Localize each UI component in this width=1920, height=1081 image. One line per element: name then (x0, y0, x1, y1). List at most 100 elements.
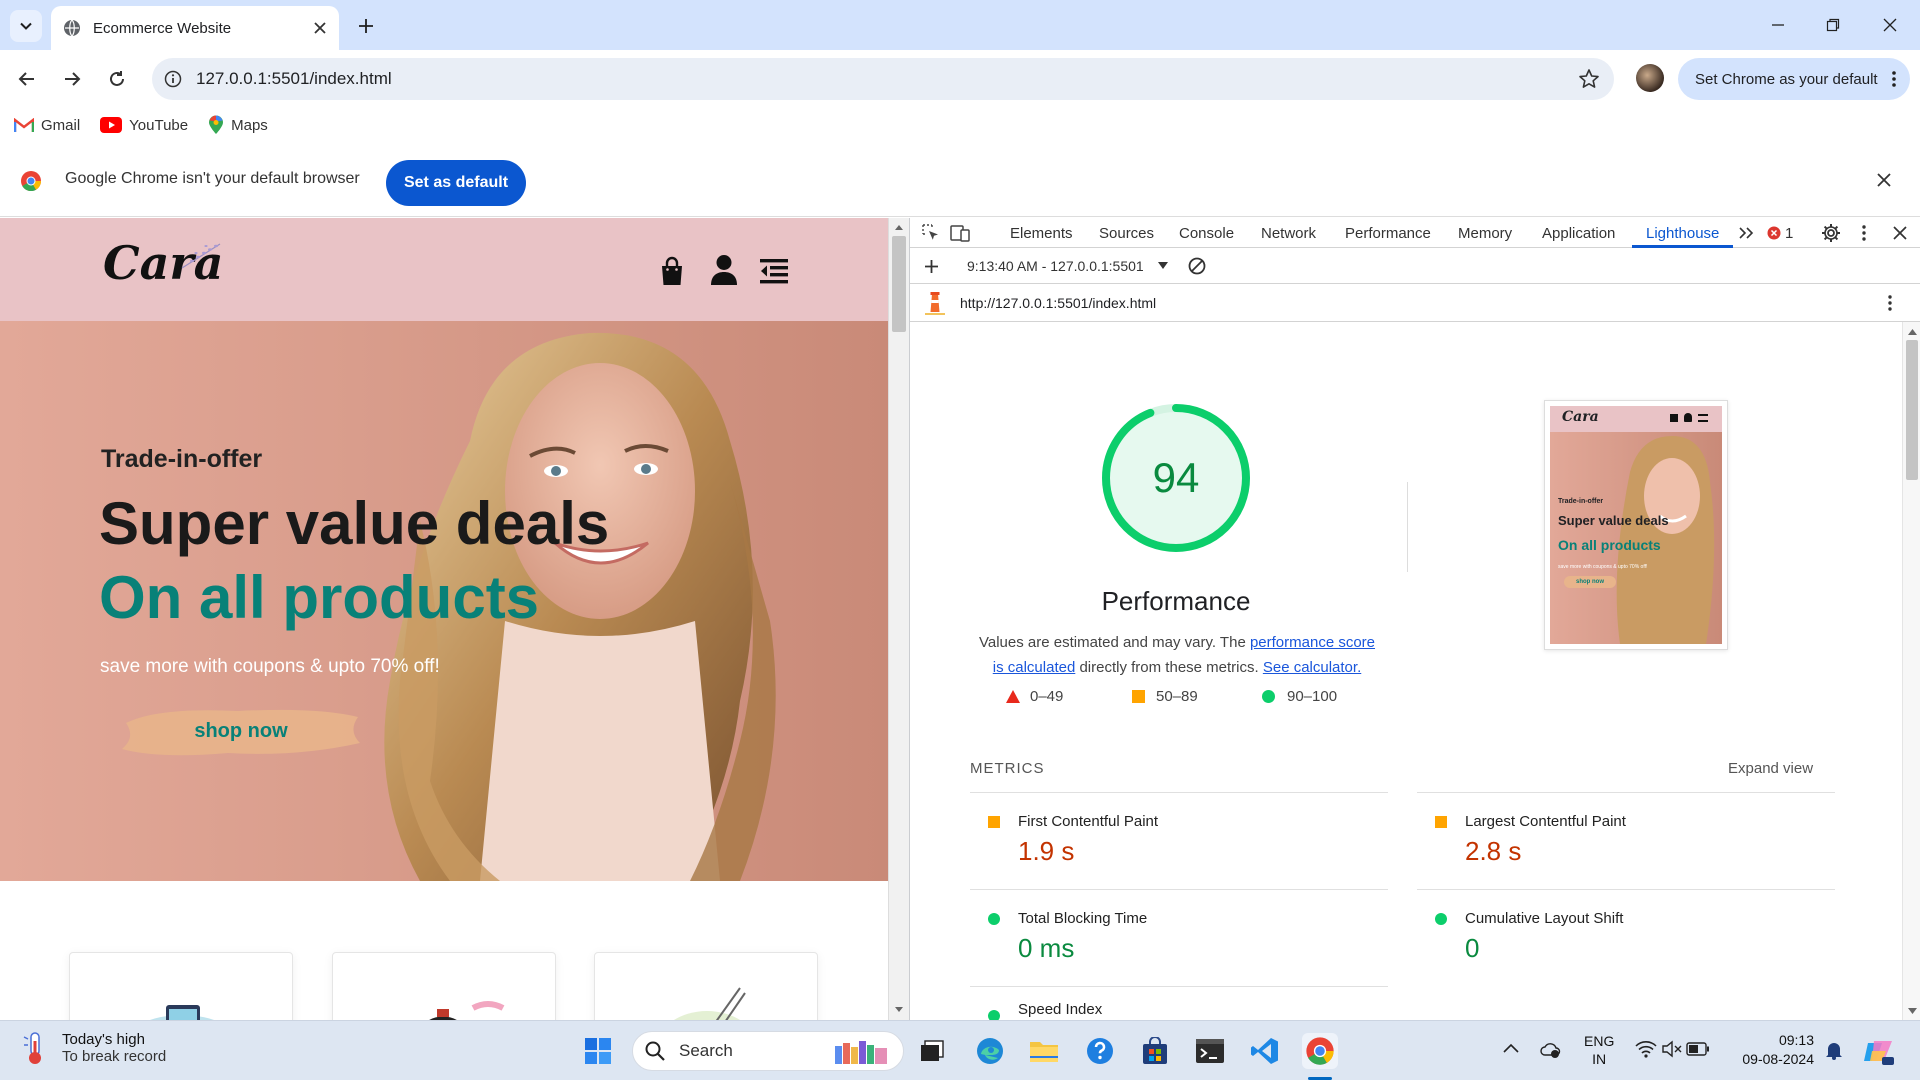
set-as-default-button[interactable]: Set as default (386, 160, 526, 206)
taskbar-file-explorer[interactable] (1026, 1033, 1062, 1069)
battery-icon[interactable] (1686, 1042, 1710, 1056)
clear-reports-icon[interactable] (1188, 257, 1206, 275)
feature-card[interactable] (594, 952, 818, 1020)
devtools-tab-console[interactable]: Console (1179, 225, 1234, 242)
bookmark-maps[interactable]: Maps (208, 115, 268, 135)
taskbar-help[interactable] (1082, 1033, 1118, 1069)
search-placeholder: Search (679, 1041, 733, 1060)
notification-bell-icon[interactable] (1825, 1040, 1843, 1060)
shop-now-button[interactable]: shop now (118, 701, 364, 761)
tab-title: Ecommerce Website (93, 19, 232, 37)
devtools-tab-performance[interactable]: Performance (1345, 225, 1431, 242)
profile-avatar[interactable] (1636, 64, 1664, 92)
hero-eyebrow: Trade-in-offer (101, 445, 263, 473)
inspect-element-icon[interactable] (922, 224, 940, 242)
url-text[interactable]: 127.0.0.1:5501/index.html (196, 69, 392, 89)
weather-subtitle: To break record (62, 1048, 167, 1065)
expand-view-toggle[interactable]: Expand view (1728, 760, 1813, 777)
settings-gear-icon[interactable] (1821, 223, 1841, 243)
devtools-tab-sources[interactable]: Sources (1099, 225, 1154, 242)
bookmark-star-icon[interactable] (1578, 68, 1600, 90)
clock-time: 09:13 (1778, 1032, 1814, 1048)
taskbar-vscode[interactable] (1247, 1033, 1283, 1069)
final-screenshot-thumbnail[interactable]: Cara Trade-in-offer Super value deals On… (1544, 400, 1728, 650)
menu-indent-icon[interactable] (760, 258, 788, 284)
restore-button[interactable] (1813, 8, 1853, 42)
devtools-tab-elements[interactable]: Elements (1010, 225, 1073, 242)
weather-widget[interactable]: Today's high To break record (22, 1031, 166, 1065)
more-vert-icon[interactable] (1892, 71, 1896, 87)
scroll-up-icon[interactable] (894, 223, 904, 231)
volume-muted-icon[interactable] (1661, 1040, 1683, 1058)
metric-value: 1.9 s (1018, 836, 1075, 866)
set-chrome-default-button[interactable]: Set Chrome as your default (1678, 58, 1910, 100)
task-view-button[interactable] (914, 1033, 950, 1069)
minimize-button[interactable] (1758, 8, 1798, 42)
report-selector[interactable]: 9:13:40 AM - 127.0.0.1:5501 (967, 258, 1144, 274)
search-highlight-books-icon (835, 1041, 887, 1064)
taskbar-terminal[interactable] (1192, 1033, 1228, 1069)
average-square-icon (1132, 690, 1145, 703)
taskbar-search[interactable]: Search (632, 1031, 904, 1071)
taskbar-chrome[interactable] (1302, 1033, 1338, 1069)
taskbar-edge[interactable] (972, 1033, 1008, 1069)
site-header: Cara (0, 218, 888, 321)
wifi-icon[interactable] (1635, 1040, 1657, 1058)
see-calculator-link[interactable]: See calculator. (1263, 659, 1361, 676)
feature-card[interactable] (69, 952, 293, 1020)
scroll-down-icon[interactable] (1908, 1008, 1917, 1015)
input-language[interactable]: ENG IN (1584, 1032, 1614, 1068)
pass-circle-icon (1262, 690, 1275, 703)
devtools-tab-application[interactable]: Application (1542, 225, 1615, 242)
tab-ecommerce-website[interactable]: Ecommerce Website (51, 6, 339, 50)
more-tabs-chevron-icon[interactable] (1738, 226, 1754, 240)
site-info-icon[interactable] (164, 70, 182, 88)
copilot-icon[interactable] (1862, 1035, 1894, 1067)
terminal-icon (1196, 1039, 1224, 1063)
close-window-button[interactable] (1870, 8, 1910, 42)
metric-name: Total Blocking Time (1018, 910, 1148, 927)
show-hidden-icons-chevron-icon[interactable] (1503, 1043, 1519, 1053)
bookmark-youtube[interactable]: YouTube (100, 117, 188, 134)
devtools-tab-network[interactable]: Network (1261, 225, 1316, 242)
page-scrollbar[interactable] (888, 218, 909, 1020)
start-button[interactable] (580, 1033, 616, 1069)
address-bar[interactable]: 127.0.0.1:5501/index.html (152, 58, 1614, 100)
bookmark-label: Maps (231, 116, 268, 134)
metrics-heading: METRICS (970, 760, 1045, 777)
error-icon[interactable] (1767, 226, 1781, 240)
report-scrollbar[interactable] (1902, 322, 1920, 1020)
scroll-up-icon[interactable] (1908, 328, 1917, 335)
new-report-plus-icon[interactable] (924, 259, 939, 274)
bookmark-label: Gmail (41, 116, 81, 134)
report-scroll-thumb[interactable] (1906, 340, 1918, 480)
shopping-bag-icon[interactable] (659, 256, 685, 286)
thumbnail-logo: Cara (1562, 409, 1599, 425)
devtools-close-icon[interactable] (1893, 226, 1907, 240)
onedrive-sync-icon[interactable] (1540, 1039, 1562, 1059)
devtools-more-icon[interactable] (1862, 225, 1866, 241)
new-tab-button[interactable] (352, 12, 380, 40)
infobar-close-icon[interactable] (1876, 172, 1892, 188)
browser-toolbar: 127.0.0.1:5501/index.html Set Chrome as … (0, 50, 1920, 108)
devtools-tab-lighthouse[interactable]: Lighthouse (1646, 225, 1719, 242)
taskbar-store[interactable] (1137, 1033, 1173, 1069)
report-menu-icon[interactable] (1888, 295, 1892, 311)
clock[interactable]: 09:13 09-08-2024 (1728, 1031, 1814, 1069)
back-button[interactable] (10, 62, 44, 96)
error-count[interactable]: 1 (1785, 225, 1793, 242)
reload-button[interactable] (100, 62, 134, 96)
tab-search-button[interactable] (10, 10, 42, 42)
infobar-message: Google Chrome isn't your default browser (65, 170, 360, 187)
dropdown-caret-icon[interactable] (1158, 262, 1168, 270)
close-tab-icon[interactable] (313, 21, 327, 35)
user-icon[interactable] (710, 254, 738, 286)
bookmark-gmail[interactable]: Gmail (14, 117, 80, 134)
device-toolbar-icon[interactable] (950, 224, 970, 242)
scroll-down-icon[interactable] (894, 1006, 904, 1014)
devtools-tab-memory[interactable]: Memory (1458, 225, 1512, 242)
page-scroll-thumb[interactable] (892, 236, 906, 332)
feature-card[interactable] (332, 952, 556, 1020)
forward-button[interactable] (55, 62, 89, 96)
default-browser-infobar: Google Chrome isn't your default browser… (0, 142, 1920, 217)
